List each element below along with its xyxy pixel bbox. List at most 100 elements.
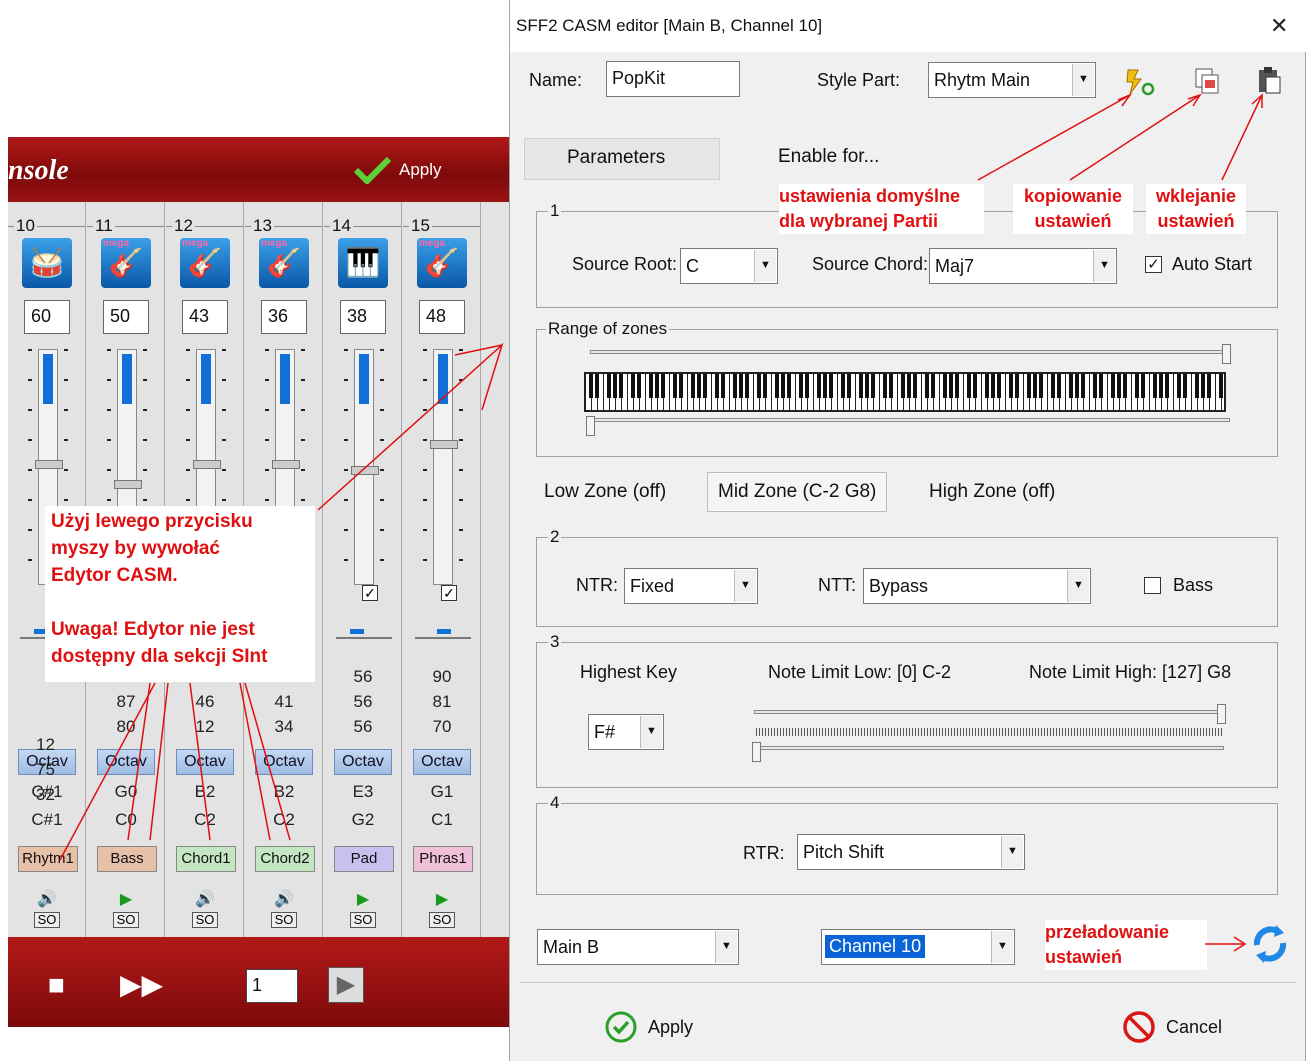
octave-button[interactable]: Octav xyxy=(413,749,471,775)
solo-button[interactable]: SO xyxy=(271,912,297,928)
pan-thumb[interactable] xyxy=(350,629,364,634)
note-limit-low-label: Note Limit Low: [0] C-2 xyxy=(768,662,952,682)
paste-icon[interactable] xyxy=(1252,64,1286,98)
reload-icon[interactable] xyxy=(1247,921,1293,967)
fader-knob[interactable] xyxy=(35,460,63,469)
channel-volume-value[interactable]: 48 xyxy=(419,300,465,334)
electric-guitar-icon[interactable]: mega 🎸 xyxy=(417,238,467,288)
part-button[interactable]: Rhytm1 xyxy=(18,846,78,872)
auto-start-checkbox[interactable]: ✓ xyxy=(1145,256,1162,273)
defaults-icon[interactable] xyxy=(1122,64,1156,98)
play-icon[interactable]: ▶ xyxy=(429,891,455,909)
fader-knob[interactable] xyxy=(430,440,458,449)
fader-knob[interactable] xyxy=(114,480,142,489)
play-icon[interactable]: ▶ xyxy=(113,891,139,909)
pad-icon[interactable]: 🎹 xyxy=(338,238,388,288)
electric-guitar-icon[interactable]: mega 🎸 xyxy=(259,238,309,288)
fader-knob[interactable] xyxy=(193,460,221,469)
ntt-dropdown[interactable]: Bypass xyxy=(863,568,1091,604)
piano-keyboard[interactable] xyxy=(584,372,1226,412)
channel-strip: 15 mega 🎸 48 ✓ 90 81 70 Octav G1 C1 Phras… xyxy=(403,202,481,937)
apply-button[interactable]: Apply xyxy=(604,1010,693,1044)
tab-parameters[interactable]: Parameters xyxy=(524,138,720,180)
part-button[interactable]: Chord1 xyxy=(176,846,236,872)
volume-fader[interactable] xyxy=(430,349,458,585)
channel-strip: 14 🎹 38 ✓ 56 56 56 Octav E3 G2 Pad ▶ SO xyxy=(324,202,402,937)
fast-forward-icon[interactable]: ▶▶ xyxy=(120,969,163,1001)
speaker-icon[interactable]: 🔊 xyxy=(192,891,218,909)
volume-fader[interactable] xyxy=(351,349,379,585)
solo-button[interactable]: SO xyxy=(350,912,376,928)
pan-slider[interactable] xyxy=(336,625,392,639)
channel-dropdown[interactable]: Channel 10 xyxy=(821,929,1015,965)
bass-checkbox[interactable] xyxy=(1144,577,1161,594)
annotation-paste: wklejanie ustawień xyxy=(1146,184,1246,234)
bass-guitar-icon[interactable]: mega 🎸 xyxy=(101,238,151,288)
solo-button[interactable]: SO xyxy=(34,912,60,928)
cancel-button[interactable]: Cancel xyxy=(1122,1010,1222,1044)
part-button[interactable]: Pad xyxy=(334,846,394,872)
channel-volume-value[interactable]: 38 xyxy=(340,300,386,334)
part-button[interactable]: Bass xyxy=(97,846,157,872)
annotation-reload-text: przeładowanie ustawień xyxy=(1045,922,1170,967)
range-lower-slider[interactable] xyxy=(590,418,1230,422)
note-limit-ticks xyxy=(756,728,1222,736)
tab-mid-zone[interactable]: Mid Zone (C-2 G8) xyxy=(707,472,888,512)
copy-icon[interactable] xyxy=(1190,64,1224,98)
fader-knob[interactable] xyxy=(272,460,300,469)
channel-number: 14 xyxy=(330,216,353,236)
style-part-dropdown[interactable]: Rhytm Main xyxy=(928,62,1096,98)
note-limit-lower-thumb[interactable] xyxy=(752,742,761,762)
acoustic-guitar-icon[interactable]: mega 🎸 xyxy=(180,238,230,288)
part-button[interactable]: Phras1 xyxy=(413,846,473,872)
highest-key-dropdown[interactable]: F# xyxy=(588,714,664,750)
channel-volume-value[interactable]: 50 xyxy=(103,300,149,334)
close-icon[interactable]: ✕ xyxy=(1270,13,1288,39)
octave-button[interactable]: Octav xyxy=(334,749,392,775)
rtr-dropdown[interactable]: Pitch Shift xyxy=(797,834,1025,870)
part-button[interactable]: Chord2 xyxy=(255,846,315,872)
fader-ticks xyxy=(380,349,384,585)
source-root-dropdown[interactable]: C xyxy=(680,248,778,284)
note-limit-lower-slider[interactable] xyxy=(754,746,1224,750)
drums-icon[interactable]: 🥁 xyxy=(22,238,72,288)
fader-knob[interactable] xyxy=(351,466,379,475)
solo-button[interactable]: SO xyxy=(429,912,455,928)
pan-thumb[interactable] xyxy=(437,629,451,634)
solo-button[interactable]: SO xyxy=(113,912,139,928)
black-keys xyxy=(586,374,1224,398)
ntr-dropdown[interactable]: Fixed xyxy=(624,568,758,604)
range-upper-slider[interactable] xyxy=(590,350,1230,354)
stop-icon[interactable]: ■ xyxy=(48,969,65,1001)
octave-button[interactable]: Octav xyxy=(97,749,155,775)
channel-checkbox[interactable]: ✓ xyxy=(362,585,378,601)
range-upper-thumb[interactable] xyxy=(1222,344,1231,364)
pan-slider[interactable] xyxy=(415,625,471,639)
speaker-icon[interactable]: 🔊 xyxy=(271,891,297,909)
channel-volume-value[interactable]: 43 xyxy=(182,300,228,334)
note-limit-upper-slider[interactable] xyxy=(754,710,1224,714)
fader-level xyxy=(359,354,369,404)
speaker-icon[interactable]: 🔊 xyxy=(34,891,60,909)
channel-volume-value[interactable]: 36 xyxy=(261,300,307,334)
auto-start-label: Auto Start xyxy=(1172,254,1253,274)
range-lower-thumb[interactable] xyxy=(586,416,595,436)
solo-button[interactable]: SO xyxy=(192,912,218,928)
page-number-input[interactable]: 1 xyxy=(246,969,298,1003)
section-dropdown[interactable]: Main B xyxy=(537,929,739,965)
tab-low-zone[interactable]: Low Zone (off) xyxy=(534,473,676,511)
octave-button[interactable]: Octav xyxy=(255,749,313,775)
tab-enable-for[interactable]: Enable for... xyxy=(768,138,889,176)
annotation-copy-text: kopiowanie ustawień xyxy=(1023,186,1122,231)
channel-checkbox[interactable]: ✓ xyxy=(441,585,457,601)
play-icon[interactable]: ▶ xyxy=(350,891,376,909)
console-apply-button[interactable]: Apply xyxy=(353,155,442,185)
channel-number: 15 xyxy=(409,216,432,236)
channel-volume-value[interactable]: 60 xyxy=(24,300,70,334)
next-page-icon[interactable]: ▶ xyxy=(328,967,364,1003)
octave-button[interactable]: Octav xyxy=(176,749,234,775)
name-input[interactable]: PopKit xyxy=(606,61,740,97)
tab-high-zone[interactable]: High Zone (off) xyxy=(919,473,1065,511)
note-limit-upper-thumb[interactable] xyxy=(1217,704,1226,724)
source-chord-dropdown[interactable]: Maj7 xyxy=(929,248,1117,284)
